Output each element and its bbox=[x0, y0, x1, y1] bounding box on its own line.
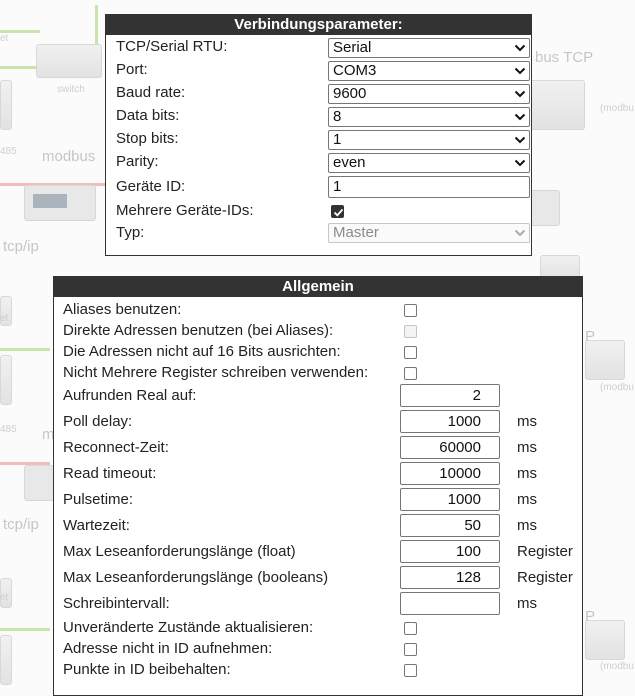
data-bits-select[interactable]: 8 bbox=[328, 107, 530, 127]
multiple-device-ids-label: Mehrere Geräte-IDs: bbox=[116, 202, 254, 219]
parity-select[interactable]: even bbox=[328, 153, 530, 173]
stop-bits-select[interactable]: 1 bbox=[328, 130, 530, 150]
read-timeout-unit: ms bbox=[517, 465, 537, 482]
port-label: Port: bbox=[116, 61, 148, 78]
use-aliases-label: Aliases benutzen: bbox=[63, 301, 182, 318]
round-real-input[interactable]: 2 bbox=[400, 384, 500, 407]
max-read-bool-input[interactable]: 128 bbox=[400, 566, 500, 589]
connection-parameters-panel: Verbindungsparameter: TCP/Serial RTU: Se… bbox=[105, 14, 532, 256]
no-16bit-align-label: Die Adressen nicht auf 16 Bits ausrichte… bbox=[63, 343, 341, 360]
direct-addresses-checkbox[interactable] bbox=[404, 325, 417, 338]
device-id-input[interactable]: 1 bbox=[328, 176, 530, 198]
max-read-bool-unit: Register bbox=[517, 569, 573, 586]
parity-value: even bbox=[333, 154, 366, 171]
bg-label: tcp/ip bbox=[3, 516, 39, 533]
keep-dots-in-id-checkbox[interactable] bbox=[404, 664, 417, 677]
data-bits-value: 8 bbox=[333, 108, 342, 125]
port-select[interactable]: COM3 bbox=[328, 61, 530, 81]
bg-label: tcp/ip bbox=[3, 238, 39, 255]
poll-delay-unit: ms bbox=[517, 413, 537, 430]
general-panel: Allgemein Aliases benutzen: Direkte Adre… bbox=[53, 276, 583, 696]
reconnect-time-label: Reconnect-Zeit: bbox=[63, 439, 169, 456]
checkmark-icon bbox=[333, 208, 344, 217]
chevron-down-icon bbox=[514, 90, 526, 98]
baud-rate-select[interactable]: 9600 bbox=[328, 84, 530, 104]
switch-device bbox=[36, 44, 102, 78]
reconnect-time-unit: ms bbox=[517, 439, 537, 456]
chevron-down-icon bbox=[514, 44, 526, 52]
chevron-down-icon bbox=[514, 136, 526, 144]
use-aliases-checkbox[interactable] bbox=[404, 304, 417, 317]
keep-dots-in-id-label: Punkte in ID beibehalten: bbox=[63, 661, 231, 678]
no-multi-register-write-label: Nicht Mehrere Register schreiben verwend… bbox=[63, 364, 369, 381]
write-interval-unit: ms bbox=[517, 595, 537, 612]
wait-time-input[interactable]: 50 bbox=[400, 514, 500, 537]
data-bits-label: Data bits: bbox=[116, 107, 180, 124]
pulsetime-label: Pulsetime: bbox=[63, 491, 134, 508]
bg-label: 485 bbox=[0, 146, 17, 157]
write-interval-label: Schreibintervall: bbox=[63, 595, 170, 612]
pulsetime-unit: ms bbox=[517, 491, 537, 508]
general-panel-title: Allgemein bbox=[54, 277, 582, 297]
bg-label: (modbu bbox=[600, 103, 634, 114]
type-value: Master bbox=[333, 224, 379, 241]
pulsetime-input[interactable]: 1000 bbox=[400, 488, 500, 511]
read-timeout-input[interactable]: 10000 bbox=[400, 462, 500, 485]
read-timeout-label: Read timeout: bbox=[63, 465, 157, 482]
type-select[interactable]: Master bbox=[328, 223, 530, 243]
wait-time-label: Wartezeit: bbox=[63, 517, 130, 534]
direct-addresses-label: Direkte Adressen benutzen (bei Aliases): bbox=[63, 322, 334, 339]
stop-bits-value: 1 bbox=[333, 131, 342, 148]
chevron-down-icon bbox=[514, 229, 526, 237]
device-id-label: Geräte ID: bbox=[116, 178, 186, 195]
tcp-serial-value: Serial bbox=[333, 39, 372, 56]
chevron-down-icon bbox=[514, 113, 526, 121]
no-address-in-id-label: Adresse nicht in ID aufnehmen: bbox=[63, 640, 273, 657]
chevron-down-icon bbox=[514, 67, 526, 75]
port-value: COM3 bbox=[333, 62, 377, 79]
poll-delay-label: Poll delay: bbox=[63, 413, 133, 430]
max-read-bool-label: Max Leseanforderungslänge (booleans) bbox=[63, 569, 329, 586]
bg-label: et bbox=[0, 592, 9, 603]
round-real-label: Aufrunden Real auf: bbox=[63, 387, 197, 404]
baud-rate-value: 9600 bbox=[333, 85, 367, 102]
max-read-float-label: Max Leseanforderungslänge (float) bbox=[63, 543, 296, 560]
poll-delay-input[interactable]: 1000 bbox=[400, 410, 500, 433]
bg-label: 485 bbox=[0, 424, 17, 435]
bg-label: switch bbox=[57, 84, 85, 95]
write-interval-input[interactable] bbox=[400, 592, 500, 615]
update-unchanged-states-checkbox[interactable] bbox=[404, 622, 417, 635]
stop-bits-label: Stop bits: bbox=[116, 130, 179, 147]
bg-label: P bbox=[585, 608, 596, 625]
reconnect-time-input[interactable]: 60000 bbox=[400, 436, 500, 459]
no-address-in-id-checkbox[interactable] bbox=[404, 643, 417, 656]
tcp-serial-label: TCP/Serial RTU: bbox=[116, 38, 228, 55]
type-label: Typ: bbox=[116, 224, 145, 241]
no-multi-register-write-checkbox[interactable] bbox=[404, 367, 417, 380]
bg-label: et bbox=[0, 33, 9, 44]
no-16bit-align-checkbox[interactable] bbox=[404, 346, 417, 359]
bg-label: modbus bbox=[42, 148, 96, 165]
tcp-serial-select[interactable]: Serial bbox=[328, 38, 530, 58]
parity-label: Parity: bbox=[116, 153, 159, 170]
bg-label: (modbu bbox=[600, 382, 634, 393]
bg-label: et bbox=[0, 313, 9, 324]
wait-time-unit: ms bbox=[517, 517, 537, 534]
bg-label: bus TCP bbox=[535, 49, 594, 66]
connection-panel-title: Verbindungsparameter: bbox=[106, 15, 531, 35]
bg-label: P bbox=[585, 328, 596, 345]
multiple-device-ids-checkbox[interactable] bbox=[331, 205, 344, 218]
update-unchanged-states-label: Unveränderte Zustände aktualisieren: bbox=[63, 619, 314, 636]
bg-label: (modbu bbox=[600, 661, 634, 672]
max-read-float-unit: Register bbox=[517, 543, 573, 560]
meter-device bbox=[24, 185, 96, 221]
chevron-down-icon bbox=[514, 159, 526, 167]
baud-rate-label: Baud rate: bbox=[116, 84, 186, 101]
max-read-float-input[interactable]: 100 bbox=[400, 540, 500, 563]
